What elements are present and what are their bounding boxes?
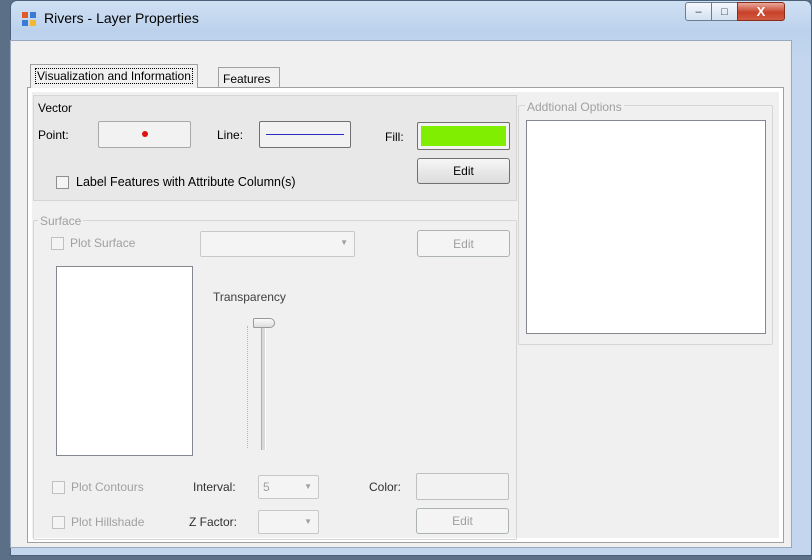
maximize-icon: □ [721,5,728,18]
hillshade-edit-button[interactable]: Edit [416,508,509,534]
contour-color-button[interactable] [416,473,509,500]
zfactor-label: Z Factor: [189,515,238,529]
point-symbol-icon [142,131,148,137]
layer-grid-icon [21,11,37,27]
window-title: Rivers - Layer Properties [44,10,199,26]
fill-label: Fill: [385,130,404,144]
minimize-icon: – [695,5,702,18]
plot-surface-checkbox[interactable] [51,237,64,250]
interval-select[interactable]: 5 ▼ [258,475,319,499]
point-label: Point: [38,128,69,142]
tab-visualization[interactable]: Visualization and Information [30,64,198,88]
vector-edit-button[interactable]: Edit [417,158,510,184]
vector-edit-label: Edit [453,164,474,178]
slider-thumb[interactable] [253,318,275,328]
plot-hillshade-checkbox[interactable] [52,516,65,529]
zfactor-select[interactable]: ▼ [258,510,319,534]
plot-surface-label: Plot Surface [70,236,136,250]
fill-color-button[interactable] [417,122,510,150]
tab-features[interactable]: Features [218,67,280,88]
fill-color-swatch [421,126,506,146]
close-button[interactable]: X [737,2,785,21]
tab-features-label: Features [223,72,271,86]
plot-hillshade-label: Plot Hillshade [71,515,145,529]
tab-visualization-label: Visualization and Information [35,68,193,84]
surface-group-title: Surface [38,214,84,228]
additional-options-title: Addtional Options [525,100,624,114]
chevron-down-icon: ▼ [340,238,348,247]
plot-contours-checkbox[interactable] [52,481,65,494]
interval-value: 5 [263,480,270,494]
zfactor-chevron-icon: ▼ [304,517,312,526]
line-symbol-icon [266,134,344,135]
point-style-button[interactable] [98,121,191,148]
slider-track [261,320,266,450]
transparency-label: Transparency [213,290,286,304]
transparency-slider[interactable] [247,318,277,454]
surface-column-select[interactable]: ▼ [200,231,355,257]
minimize-button[interactable]: – [685,2,712,21]
close-icon: X [756,4,766,19]
vector-group-title: Vector [36,101,75,115]
interval-chevron-icon: ▼ [304,482,312,491]
title-bar[interactable]: Rivers - Layer Properties – □ X [11,1,811,33]
line-style-button[interactable] [259,121,351,148]
surface-color-list[interactable] [56,266,193,456]
line-label: Line: [217,128,244,142]
maximize-button[interactable]: □ [711,2,738,21]
hillshade-edit-label: Edit [452,514,473,528]
plot-contours-label: Plot Contours [71,480,144,494]
interval-label: Interval: [193,480,236,494]
surface-edit-button[interactable]: Edit [417,230,510,257]
color-label: Color: [369,480,402,494]
label-features-checkbox[interactable] [56,176,69,189]
label-features-label: Label Features with Attribute Column(s) [76,175,296,189]
surface-edit-label: Edit [453,236,474,251]
additional-options-box[interactable] [526,120,766,334]
slider-ticks [247,326,249,448]
